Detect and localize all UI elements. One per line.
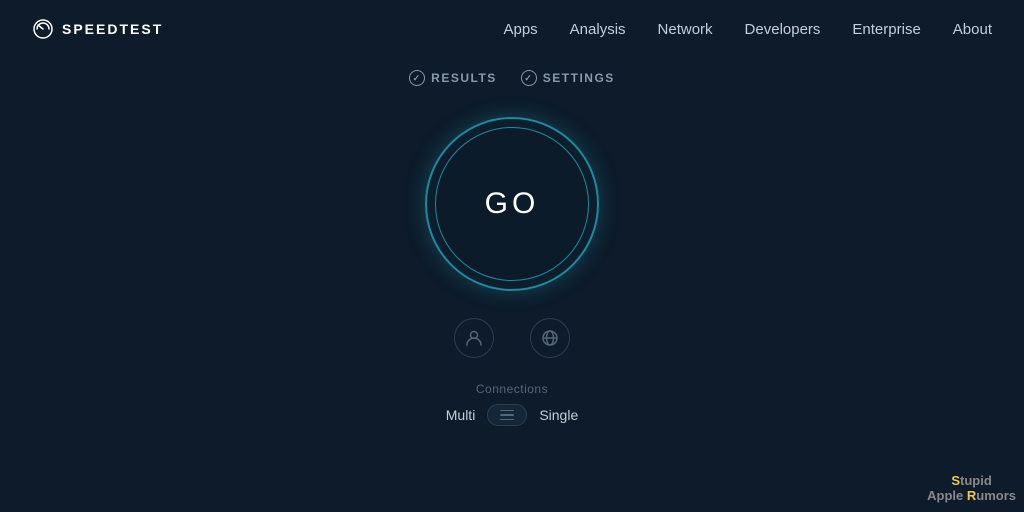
- toggle-lines-icon: [500, 410, 514, 421]
- watermark: Stupid Apple Rumors: [927, 473, 1016, 504]
- icons-row: [454, 318, 570, 358]
- nav-enterprise[interactable]: Enterprise: [852, 21, 920, 38]
- logo[interactable]: SPEEDTEST: [32, 18, 163, 40]
- results-check-icon: ✓: [409, 70, 425, 86]
- logo-text: SPEEDTEST: [62, 21, 163, 37]
- settings-label: SETTINGS: [543, 71, 615, 85]
- user-icon-button[interactable]: [454, 318, 494, 358]
- multi-label: Multi: [446, 407, 476, 423]
- main-content: GO Connections Multi: [0, 94, 1024, 426]
- go-button-inner-ring: GO: [435, 127, 589, 281]
- nav-about[interactable]: About: [953, 21, 992, 38]
- header: SPEEDTEST Apps Analysis Network Develope…: [0, 0, 1024, 58]
- results-tab[interactable]: ✓ RESULTS: [409, 70, 497, 86]
- connections-label: Connections: [476, 382, 548, 396]
- sub-nav: ✓ RESULTS ✓ SETTINGS: [0, 62, 1024, 94]
- connections-toggle-switch[interactable]: [487, 404, 527, 426]
- go-button-label: GO: [485, 187, 540, 221]
- nav-developers[interactable]: Developers: [745, 21, 821, 38]
- nav-apps[interactable]: Apps: [503, 21, 537, 38]
- settings-check-icon: ✓: [521, 70, 537, 86]
- main-nav: Apps Analysis Network Developers Enterpr…: [503, 21, 992, 38]
- single-label: Single: [539, 407, 578, 423]
- connections-section: Connections Multi Single: [446, 382, 578, 426]
- user-icon: [465, 329, 483, 347]
- settings-tab[interactable]: ✓ SETTINGS: [521, 70, 615, 86]
- globe-icon-button[interactable]: [530, 318, 570, 358]
- connections-toggle: Multi Single: [446, 404, 578, 426]
- speedtest-logo-icon: [32, 18, 54, 40]
- go-button[interactable]: GO: [422, 114, 602, 294]
- globe-icon: [541, 329, 559, 347]
- results-label: RESULTS: [431, 71, 497, 85]
- nav-analysis[interactable]: Analysis: [570, 21, 626, 38]
- nav-network[interactable]: Network: [658, 21, 713, 38]
